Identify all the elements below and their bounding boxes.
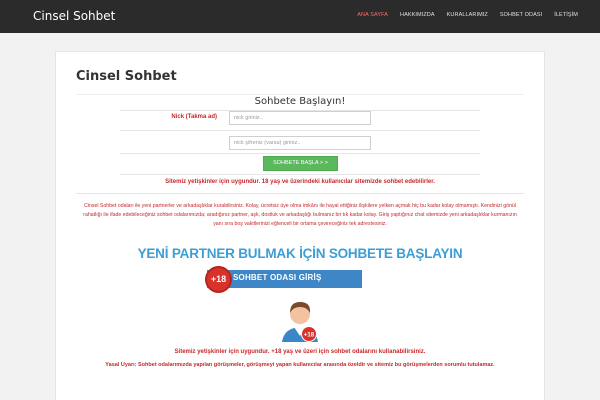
nav-item-about[interactable]: HAKKIMIZDA: [400, 12, 435, 18]
nav-item-rules[interactable]: KURALLARIMIZ: [447, 12, 488, 18]
chat-room-entry-label[interactable]: SOHBET ODASI GİRİŞ: [233, 273, 322, 282]
form-heading: Sohbete Başlayın!: [254, 96, 346, 107]
top-navbar: Cinsel Sohbet ANA SAYFA HAKKIMIZDA KURAL…: [0, 0, 600, 33]
nav-item-chat-room[interactable]: SOHBET ODASI: [500, 12, 542, 18]
legal-warning: Yasal Uyarı: Sohbet odalarımızda yapılan…: [105, 362, 495, 368]
form-divider: [120, 153, 480, 154]
adult-notice: Sitemiz yetişkinler için uygundur. 18 ya…: [165, 179, 435, 185]
site-description: Cinsel Sohbet odaları ile yeni partnerle…: [83, 203, 517, 227]
nav-item-home[interactable]: ANA SAYFA: [357, 12, 388, 18]
user-avatar-icon: +18: [282, 302, 318, 342]
nav-item-contact[interactable]: İLETİŞİM: [554, 12, 578, 18]
nick-input[interactable]: [229, 111, 371, 125]
form-divider: [120, 174, 480, 175]
form-divider: [120, 130, 480, 131]
page-title: Cinsel Sohbet: [76, 69, 177, 84]
password-input[interactable]: [229, 136, 371, 150]
section-divider: [76, 193, 524, 194]
avatar-badge-text: +18: [304, 333, 315, 339]
footer-notice: Sitemiz yetişkinler için uygundur. +18 y…: [174, 349, 426, 355]
promo-headline: YENİ PARTNER BULMAK İÇİN SOHBETE BAŞLAYI…: [137, 246, 463, 261]
start-chat-button[interactable]: SOHBETE BAŞLA > >: [263, 156, 338, 171]
nick-label: Nick (Takma ad): [171, 114, 217, 120]
site-brand[interactable]: Cinsel Sohbet: [33, 9, 115, 23]
title-divider: [76, 94, 524, 95]
main-nav: ANA SAYFA HAKKIMIZDA KURALLARIMIZ SOHBET…: [357, 12, 578, 18]
adult-18-badge-icon: +18: [205, 266, 232, 293]
